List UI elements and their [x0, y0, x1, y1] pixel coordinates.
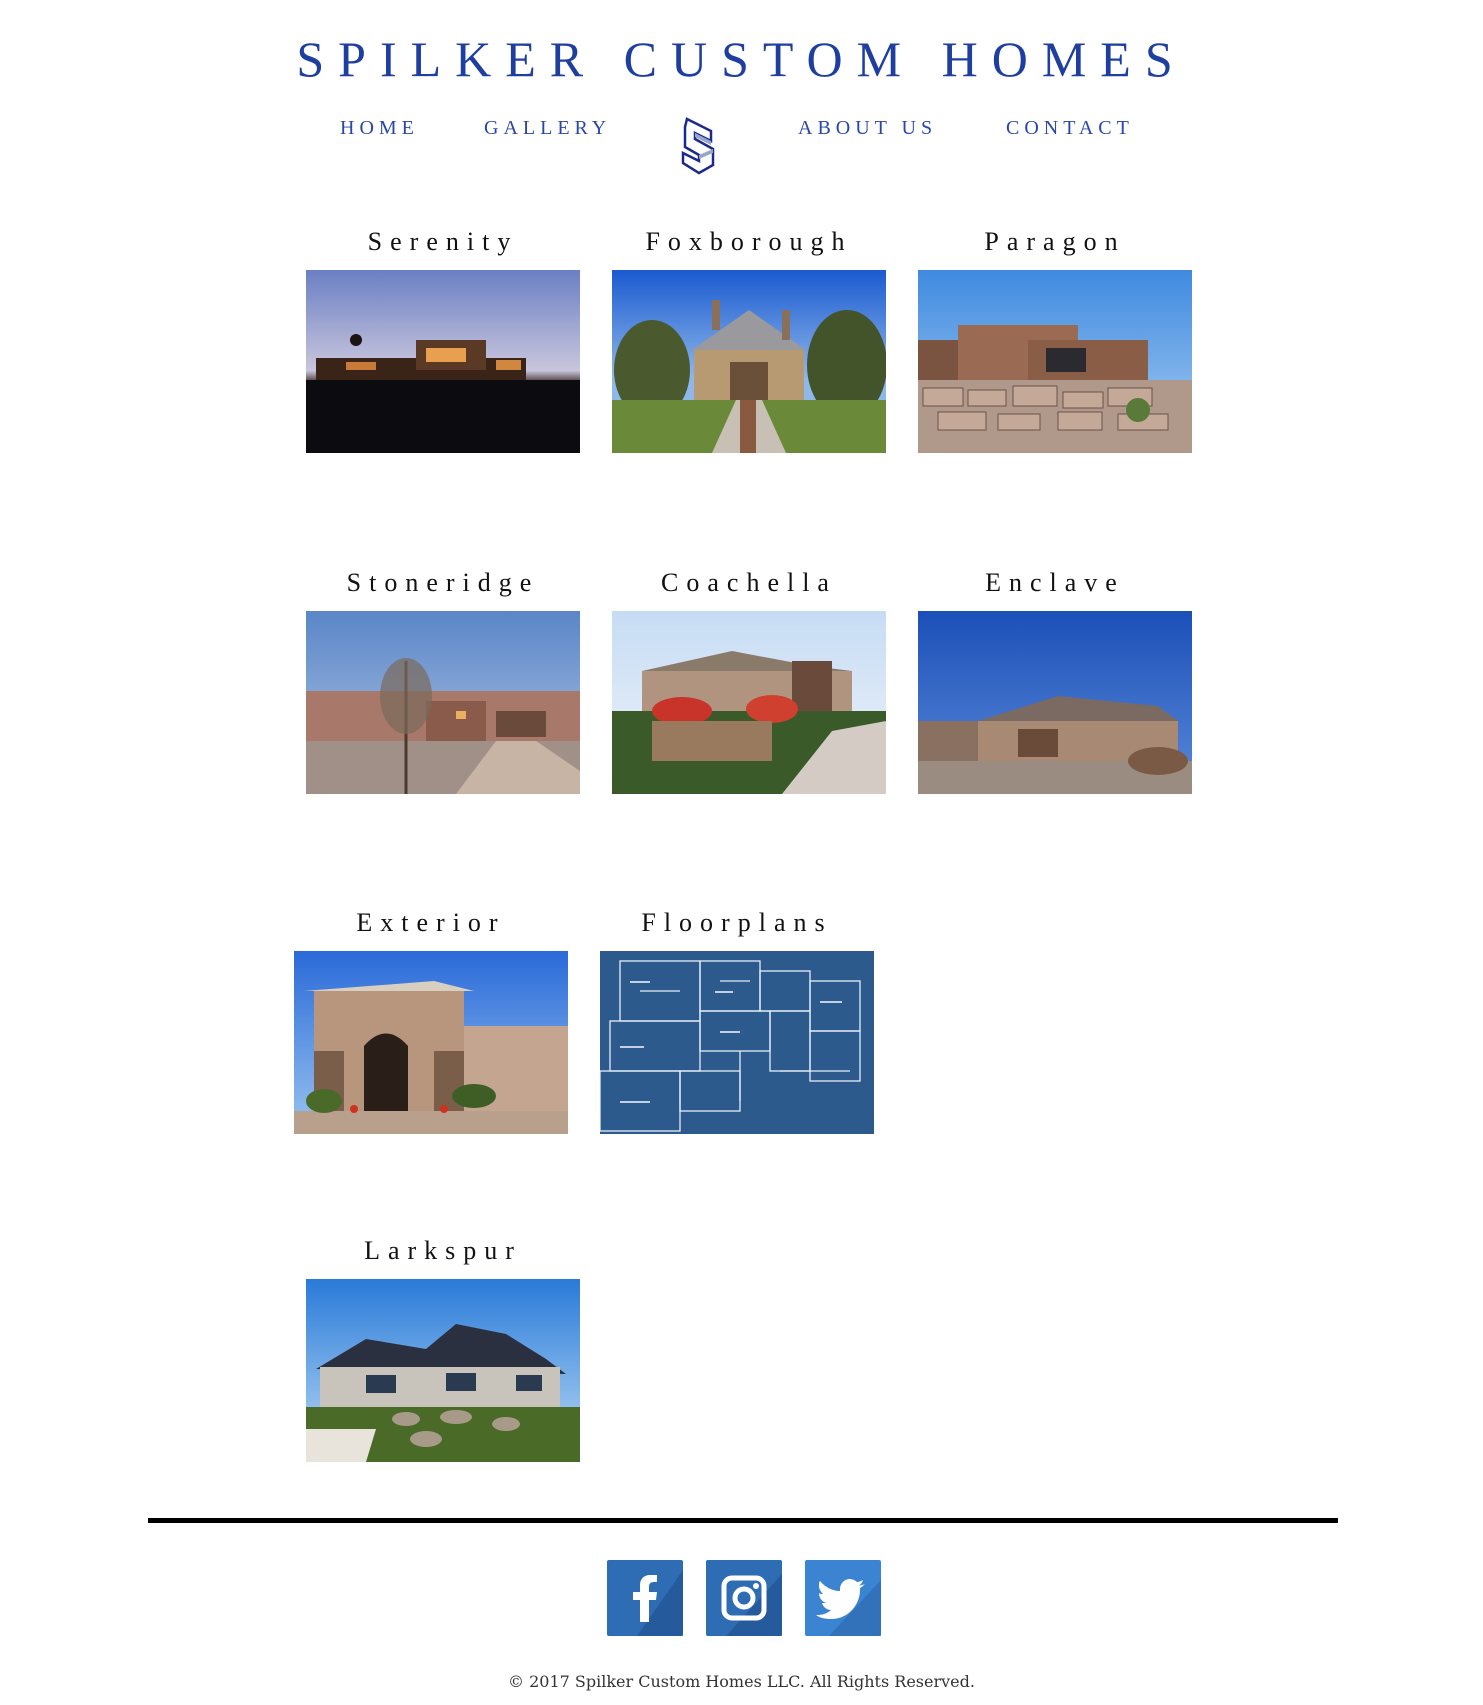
gallery-item-coachella: Coachella	[612, 563, 886, 794]
site-title: SPILKER CUSTOM HOMES	[296, 31, 1187, 87]
gallery-item-label: Exterior	[356, 908, 506, 937]
gallery-item-serenity: Serenity	[306, 222, 580, 453]
gallery-item-stoneridge: Stoneridge	[306, 563, 580, 794]
gallery-item-exterior: Exterior	[294, 903, 568, 1134]
main-nav: HOME GALLERY ABOUT US CONTACT	[0, 105, 1483, 175]
gallery-thumbnail[interactable]	[612, 611, 886, 794]
gallery-item-larkspur: Larkspur	[306, 1231, 580, 1462]
gallery-item-floorplans: Floorplans	[600, 903, 874, 1134]
gallery-item-label: Foxborough	[645, 227, 853, 256]
gallery-item-label: Stoneridge	[346, 568, 540, 597]
gallery-item-paragon: Paragon	[918, 222, 1192, 453]
instagram-icon[interactable]	[706, 1560, 782, 1636]
gallery-item-label: Enclave	[985, 568, 1125, 597]
nav-about-us[interactable]: ABOUT US	[798, 117, 937, 140]
gallery-thumbnail[interactable]	[918, 270, 1192, 453]
nav-home[interactable]: HOME	[340, 117, 419, 140]
gallery-thumbnail[interactable]	[600, 951, 874, 1134]
gallery-thumbnail[interactable]	[306, 611, 580, 794]
footer-divider	[148, 1518, 1338, 1523]
copyright-text: © 2017 Spilker Custom Homes LLC. All Rig…	[508, 1672, 975, 1691]
gallery-thumbnail[interactable]	[306, 1279, 580, 1462]
gallery-thumbnail[interactable]	[612, 270, 886, 453]
facebook-icon[interactable]	[607, 1560, 683, 1636]
gallery-item-foxborough: Foxborough	[612, 222, 886, 453]
gallery-item-label: Paragon	[984, 227, 1126, 256]
gallery-item-label: Serenity	[367, 227, 519, 256]
twitter-icon[interactable]	[805, 1560, 881, 1636]
gallery-thumbnail[interactable]	[306, 270, 580, 453]
brand-logo-icon[interactable]	[679, 117, 719, 175]
gallery-item-label: Larkspur	[364, 1236, 522, 1265]
gallery-item-enclave: Enclave	[918, 563, 1192, 794]
gallery-item-label: Coachella	[661, 568, 837, 597]
nav-gallery[interactable]: GALLERY	[484, 117, 611, 140]
gallery-thumbnail[interactable]	[918, 611, 1192, 794]
nav-contact[interactable]: CONTACT	[1006, 117, 1134, 140]
gallery-thumbnail[interactable]	[294, 951, 568, 1134]
gallery-item-label: Floorplans	[641, 908, 833, 937]
